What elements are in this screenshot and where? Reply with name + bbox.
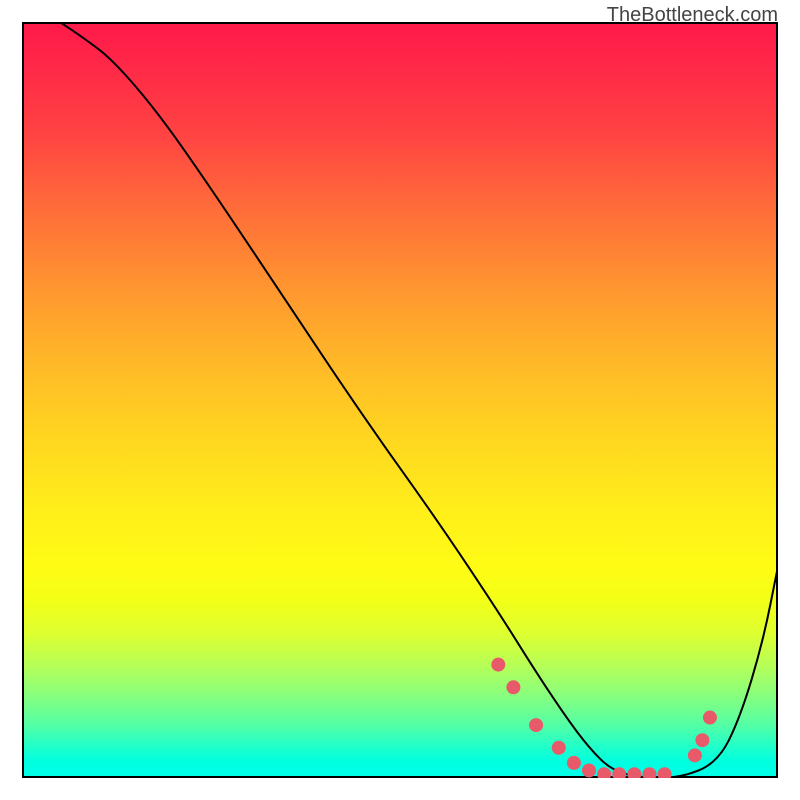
chart-container: TheBottleneck.com: [0, 0, 800, 800]
watermark-text: TheBottleneck.com: [607, 4, 778, 27]
gradient-background: [23, 23, 777, 777]
